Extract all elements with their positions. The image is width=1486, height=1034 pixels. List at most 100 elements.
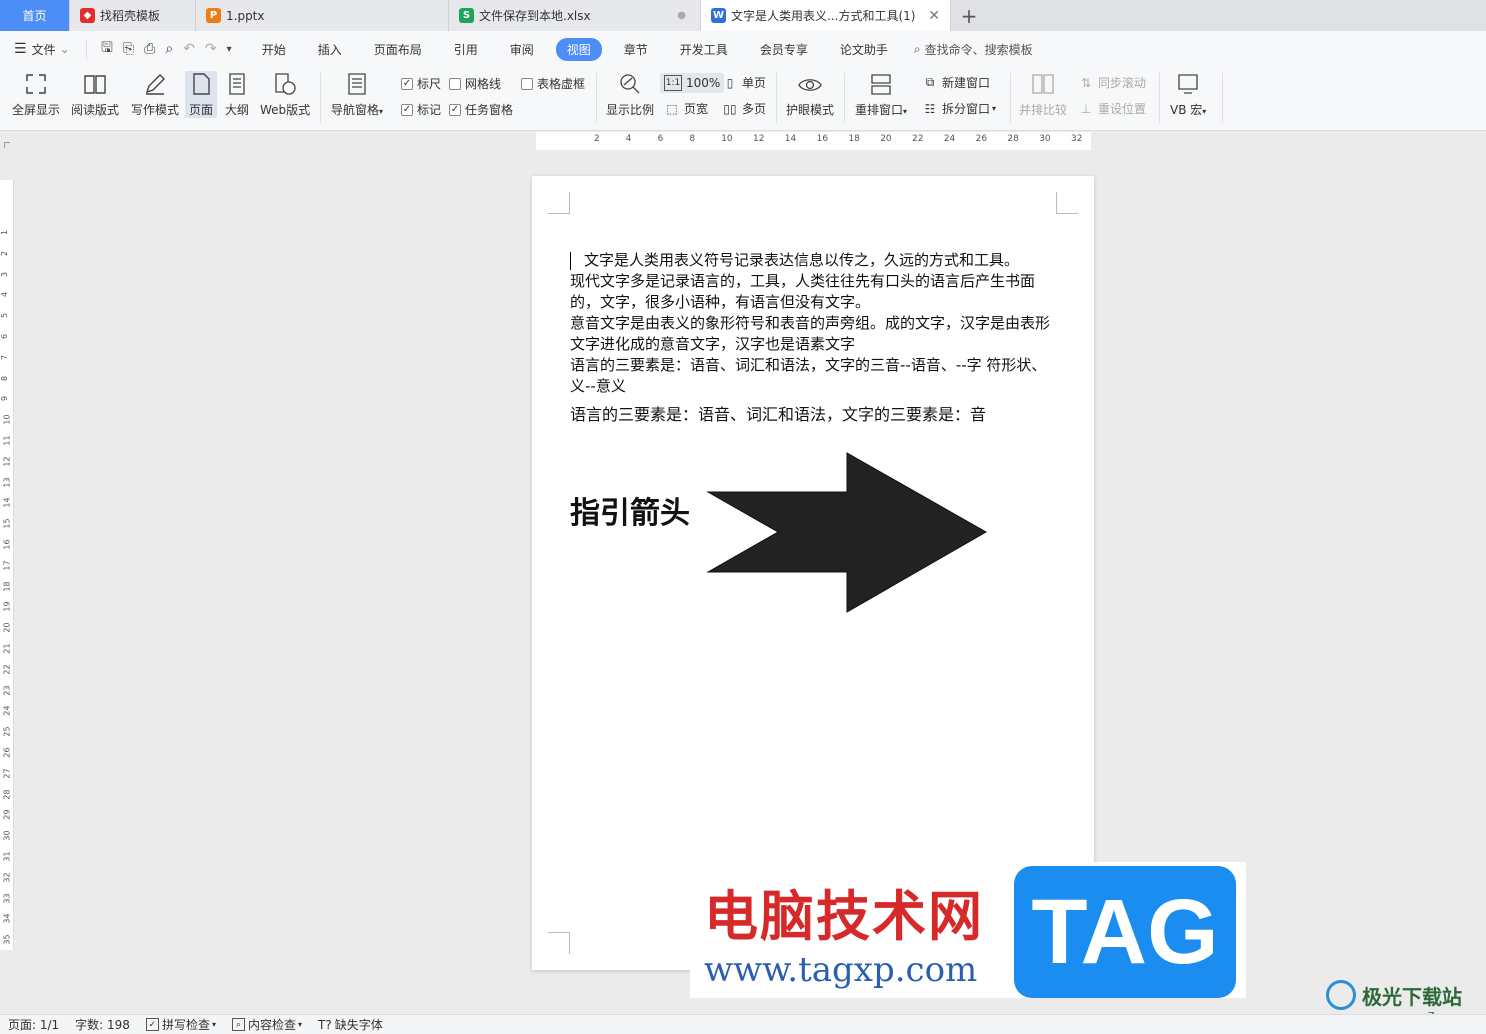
tab-pptx[interactable]: P 1.pptx bbox=[196, 0, 449, 31]
missing-font-button[interactable]: T? 缺失字体 bbox=[310, 1016, 391, 1033]
vertical-ruler[interactable]: 1 2 3 4 5 6 7 8 9 10 11 12 13 14 15 16 17 18 19 20 21 22 23 24 2… bbox=[0, 180, 14, 950]
tab-docer-templates[interactable]: ◆ 找稻壳模板 bbox=[70, 0, 196, 31]
customize-chevron-icon[interactable]: ▾ bbox=[227, 44, 232, 55]
side-by-side-button[interactable]: 并排比较 bbox=[1019, 71, 1067, 118]
word-count[interactable]: 字数: 198 bbox=[67, 1016, 138, 1033]
menu-developer[interactable]: 开发工具 bbox=[664, 41, 744, 58]
undo-icon[interactable]: ↶ bbox=[183, 41, 195, 57]
side-by-side-label: 并排比较 bbox=[1019, 103, 1068, 117]
save-icon[interactable]: 🖫 bbox=[101, 37, 113, 61]
horizontal-ruler[interactable]: 2 4 6 8 10 12 14 16 18 20 22 24 26 28 30 32 bbox=[536, 132, 1091, 150]
page-width-button[interactable]: ⬚ 页宽 bbox=[664, 100, 708, 117]
spell-check-label: 拼写检查 bbox=[161, 1018, 210, 1032]
ruler-tick-label: 12 bbox=[753, 134, 765, 144]
sync-scroll-label: 同步滚动 bbox=[1098, 76, 1147, 90]
paragraph-serif[interactable]: 语言的三要素是：语音、词汇和语法，文字的三要素是：音 bbox=[570, 404, 1060, 425]
margin-corner-marker bbox=[548, 192, 570, 214]
vb-macro-button[interactable]: VB 宏▾ bbox=[1170, 71, 1206, 118]
ruler-tick-label: 22 bbox=[2, 664, 12, 675]
close-tab-icon[interactable]: ✕ bbox=[928, 8, 940, 24]
new-window-button[interactable]: ⧉ 新建窗口 bbox=[922, 74, 990, 91]
single-page-button[interactable]: ▯ 单页 bbox=[722, 74, 766, 91]
eye-icon bbox=[797, 71, 823, 97]
ruler-checkbox[interactable]: ✓ 标尺 bbox=[401, 75, 441, 92]
spell-check-button[interactable]: ✓ 拼写检查 ▾ bbox=[138, 1016, 224, 1033]
fullscreen-button[interactable]: 全屏显示 bbox=[12, 71, 60, 118]
menu-view[interactable]: 视图 bbox=[555, 37, 602, 61]
font-question-icon: T? bbox=[318, 1017, 332, 1032]
dropdown-icon: ▾ bbox=[211, 1020, 216, 1029]
ruler-tick-label: 35 bbox=[2, 934, 12, 945]
paragraph[interactable]: 现代文字多是记录语言的，工具，人类往往先有口头的语言后产生书面的，文字，很多小语… bbox=[570, 271, 1060, 313]
save-as-icon[interactable]: ⎘ bbox=[123, 41, 134, 57]
vb-macro-label: VB 宏 bbox=[1170, 103, 1203, 117]
ruler-tick-label: 10 bbox=[2, 414, 12, 425]
reading-layout-button[interactable]: 阅读版式 bbox=[71, 71, 119, 118]
paragraph[interactable]: 文字是人类用表义符号记录表达信息以传之，久远的方式和工具。 bbox=[570, 250, 1060, 271]
redo-icon[interactable]: ↷ bbox=[205, 41, 217, 57]
ruler-tick-label: 6 bbox=[0, 333, 10, 340]
ribbon-divider bbox=[596, 73, 597, 123]
outline-button[interactable]: 大纲 bbox=[224, 71, 250, 118]
page-count[interactable]: 页面: 1/1 bbox=[0, 1016, 67, 1033]
corner-brand-text: 极光下载站 bbox=[1362, 984, 1462, 1009]
menu-insert[interactable]: 插入 bbox=[302, 41, 358, 58]
split-window-label: 拆分窗口 bbox=[942, 102, 991, 116]
arrow-caption[interactable]: 指引箭头 bbox=[570, 488, 690, 532]
ruler-tick-label: 8 bbox=[0, 375, 10, 381]
menu-section[interactable]: 章节 bbox=[608, 41, 664, 58]
multi-page-button[interactable]: ▯▯ 多页 bbox=[722, 100, 766, 117]
dropdown-icon: ▾ bbox=[992, 104, 997, 113]
menu-member[interactable]: 会员专享 bbox=[744, 41, 824, 58]
split-window-button[interactable]: ☷ 拆分窗口 ▾ bbox=[922, 100, 996, 117]
right-arrow-shape[interactable] bbox=[706, 452, 988, 616]
page-width-label: 页宽 bbox=[684, 102, 709, 116]
eye-care-button[interactable]: 护眼模式 bbox=[786, 71, 834, 118]
tab-home[interactable]: 首页 bbox=[0, 0, 70, 31]
file-menu-button[interactable]: ☰ 文件 ⌄ bbox=[0, 41, 86, 58]
page-layout-button[interactable]: 页面 bbox=[185, 71, 217, 118]
ruler-tick-label: 14 bbox=[784, 134, 797, 144]
nav-label: 导航窗格 bbox=[331, 103, 380, 117]
table-gridlines-checkbox[interactable]: 表格虚框 bbox=[521, 75, 585, 92]
menu-review[interactable]: 审阅 bbox=[494, 41, 550, 58]
zoom-100-button[interactable]: 1:1 100% bbox=[660, 73, 725, 93]
tab-document-active[interactable]: W 文字是人类用表义...方式和工具(1) ✕ bbox=[701, 0, 951, 31]
writing-mode-button[interactable]: 写作模式 bbox=[131, 71, 179, 118]
menu-home[interactable]: 开始 bbox=[246, 41, 302, 58]
pen-icon bbox=[142, 71, 168, 97]
menu-bar: ☰ 文件 ⌄ 🖫 ⎘ ⎙ ⌕ ↶ ↷ ▾ 开始 插入 页面布局 引用 审阅 视图… bbox=[0, 31, 1486, 67]
marks-checkbox[interactable]: ✓ 标记 bbox=[401, 101, 441, 118]
dropdown-icon: ▾ bbox=[903, 107, 908, 116]
ruler-tick-label: 13 bbox=[2, 477, 12, 488]
quick-access-toolbar: 🖫 ⎘ ⎙ ⌕ ↶ ↷ ▾ bbox=[86, 39, 246, 59]
paragraph[interactable]: 语言的三要素是：语音、词汇和语法，文字的三音--语音、--字 符形状、义--意义 bbox=[570, 355, 1060, 397]
navigation-pane-button[interactable]: 导航窗格▾ bbox=[331, 71, 383, 118]
zoom-button[interactable]: 显示比例 bbox=[606, 71, 654, 118]
print-icon[interactable]: ⎙ bbox=[144, 41, 155, 57]
menu-references[interactable]: 引用 bbox=[438, 41, 494, 58]
fullscreen-label: 全屏显示 bbox=[12, 103, 61, 117]
menu-thesis[interactable]: 论文助手 bbox=[824, 41, 904, 58]
dropdown-icon: ▾ bbox=[1202, 107, 1207, 116]
document-page[interactable]: 文字是人类用表义符号记录表达信息以传之，久远的方式和工具。 现代文字多是记录语言… bbox=[532, 176, 1094, 970]
sync-scroll-button[interactable]: ⇅ 同步滚动 bbox=[1078, 74, 1146, 91]
ruler-tick-label: 11 bbox=[2, 435, 12, 446]
gridlines-checkbox[interactable]: 网格线 bbox=[449, 75, 501, 92]
tab-label: 首页 bbox=[22, 9, 47, 23]
rearrange-windows-button[interactable]: 重排窗口▾ bbox=[855, 71, 907, 118]
command-search[interactable]: ⌕ 查找命令、搜索模板 bbox=[914, 41, 1033, 58]
writer-icon: W bbox=[711, 8, 726, 23]
print-preview-icon[interactable]: ⌕ bbox=[165, 41, 173, 57]
page-icon bbox=[188, 71, 214, 97]
paragraph[interactable]: 意音文字是由表义的象形符号和表音的声旁组。成的文字，汉字是由表形文字进化成的意音… bbox=[570, 313, 1060, 355]
reset-position-button[interactable]: ⊥ 重设位置 bbox=[1078, 100, 1146, 117]
menu-page-layout[interactable]: 页面布局 bbox=[358, 41, 438, 58]
task-pane-checkbox[interactable]: ✓ 任务窗格 bbox=[449, 101, 513, 118]
web-layout-button[interactable]: Web版式 bbox=[260, 71, 310, 118]
tab-xlsx[interactable]: S 文件保存到本地.xlsx ● bbox=[449, 0, 701, 31]
hamburger-icon: ☰ bbox=[14, 41, 27, 57]
status-bar: 页面: 1/1 字数: 198 ✓ 拼写检查 ▾ ⌕ 内容检查 ▾ T? 缺失字体 bbox=[0, 1014, 1486, 1034]
new-tab-button[interactable]: + bbox=[951, 0, 987, 31]
content-check-button[interactable]: ⌕ 内容检查 ▾ bbox=[224, 1016, 310, 1033]
